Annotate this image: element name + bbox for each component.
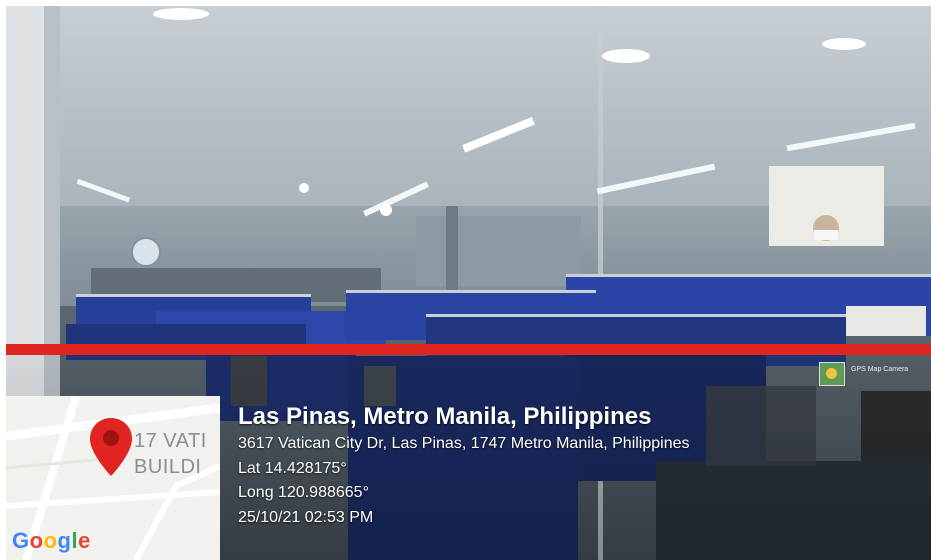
map-place-line-1: 17 VATI [134, 430, 207, 452]
google-logo: Google [12, 528, 91, 553]
geotagged-photo: GPS Map Camera 17 VATI BUILDI Google Las… [6, 6, 931, 560]
app-badge: GPS Map Camera [819, 358, 929, 388]
datetime-line: 25/10/21 02:53 PM [238, 508, 374, 526]
map-thumbnail: 17 VATI BUILDI Google [6, 396, 220, 560]
longitude-line: Long 120.988665° [238, 484, 369, 501]
app-logo-icon [819, 362, 845, 386]
map-pin-icon [90, 418, 132, 476]
stamp-divider [6, 344, 931, 355]
app-name: GPS Map Camera [851, 366, 909, 373]
address-line: 3617 Vatican City Dr, Las Pinas, 1747 Me… [238, 435, 690, 452]
map-place-line-2: BUILDI [134, 456, 202, 478]
location-title: Las Pinas, Metro Manila, Philippines [238, 403, 652, 430]
latitude-line: Lat 14.428175° [238, 459, 347, 477]
location-info: Las Pinas, Metro Manila, Philippines 361… [238, 402, 690, 530]
